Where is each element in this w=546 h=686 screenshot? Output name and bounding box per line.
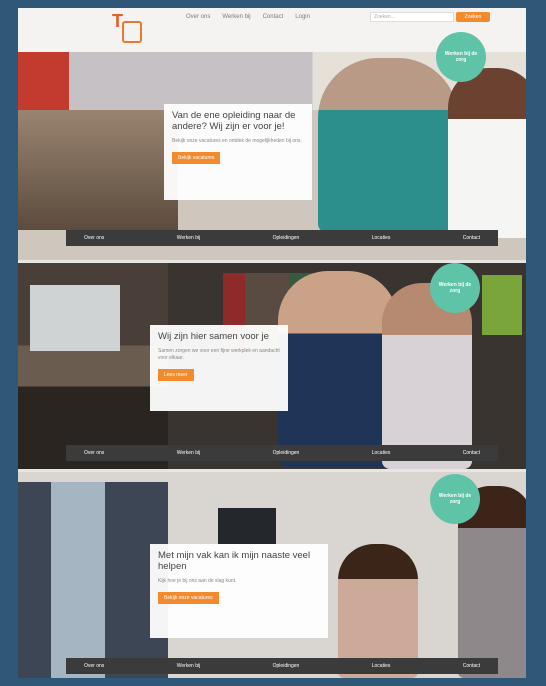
bottom-nav-item[interactable]: Over ons	[84, 235, 104, 241]
promo-badge[interactable]: Werken bij de zorg	[430, 474, 480, 524]
logo-box-icon	[122, 21, 142, 43]
bottom-nav-item[interactable]: Werken bij	[177, 450, 201, 456]
bottom-nav-item[interactable]: Contact	[463, 663, 480, 669]
hero-cta-button[interactable]: Bekijk vacatures	[172, 151, 221, 164]
top-nav-item[interactable]: Werken bij	[222, 14, 250, 20]
bottom-nav-item[interactable]: Over ons	[84, 450, 104, 456]
background-room	[18, 110, 178, 230]
bottom-nav-item[interactable]: Over ons	[84, 663, 104, 669]
bottom-nav-item[interactable]: Locaties	[372, 235, 391, 241]
hero-panel-3: Werken bij de zorg Met mijn vak kan ik m…	[18, 472, 526, 678]
bottom-nav-item[interactable]: Contact	[463, 235, 480, 241]
hero-panel-2: Werken bij de zorg Wij zijn hier samen v…	[18, 263, 526, 469]
top-nav-item[interactable]: Login	[295, 14, 310, 20]
bottom-nav: Over ons Werken bij Opleidingen Locaties…	[66, 658, 498, 674]
window-curtains	[18, 482, 168, 678]
hero-card: Met mijn vak kan ik mijn naaste veel hel…	[150, 544, 328, 638]
hero-heading: Met mijn vak kan ik mijn naaste veel hel…	[158, 550, 311, 572]
hero-body: Samen zorgen we voor een fijne werkplek …	[158, 347, 280, 361]
person-man-white-shirt	[448, 68, 526, 238]
promo-badge[interactable]: Werken bij de zorg	[436, 32, 486, 82]
bottom-nav-item[interactable]: Opleidingen	[273, 450, 300, 456]
bottom-nav: Over ons Werken bij Opleidingen Locaties…	[66, 445, 498, 461]
top-nav-item[interactable]: Over ons	[186, 14, 210, 20]
hero-card: Van de ene opleiding naar de andere? Wij…	[164, 104, 312, 200]
hero-heading: Van de ene opleiding naar de andere? Wij…	[172, 110, 296, 132]
screenshot-frame: T Over ons Werken bij Contact Login Zoek…	[18, 8, 526, 678]
top-nav: Over ons Werken bij Contact Login	[186, 14, 310, 20]
tv-screen	[218, 508, 276, 544]
bottom-nav-item[interactable]: Locaties	[372, 450, 391, 456]
wall-poster	[482, 275, 522, 335]
hero-heading: Wij zijn hier samen voor je	[158, 331, 269, 342]
hero-cta-button[interactable]: Lees meer	[158, 368, 194, 381]
bottom-nav-item[interactable]: Opleidingen	[273, 663, 300, 669]
bottom-nav-item[interactable]: Werken bij	[177, 235, 201, 241]
bottom-nav: Over ons Werken bij Opleidingen Locaties…	[66, 230, 498, 246]
promo-badge[interactable]: Werken bij de zorg	[430, 263, 480, 313]
bottom-nav-item[interactable]: Locaties	[372, 663, 391, 669]
bottom-nav-item[interactable]: Opleidingen	[273, 235, 300, 241]
brand-logo[interactable]: T	[110, 11, 144, 45]
bottom-nav-item[interactable]: Contact	[463, 450, 480, 456]
hero-panel-1: T Over ons Werken bij Contact Login Zoek…	[18, 8, 526, 260]
search-input[interactable]: Zoeken...	[370, 12, 454, 22]
hero-body: Kijk hoe je bij ons aan de slag kunt.	[158, 577, 237, 584]
hero-cta-button[interactable]: Bekijk onze vacatures	[158, 591, 219, 604]
search-button[interactable]: Zoeken	[456, 12, 490, 22]
person-man-navy-shirt	[278, 271, 398, 467]
window	[30, 285, 120, 351]
person-man-teal-shirt	[318, 58, 458, 232]
bottom-nav-item[interactable]: Werken bij	[177, 663, 201, 669]
hero-card: Wij zijn hier samen voor je Samen zorgen…	[150, 325, 288, 411]
hero-body: Bekijk onze vacatures en ontdek de mogel…	[172, 137, 302, 144]
top-nav-item[interactable]: Contact	[263, 14, 284, 20]
